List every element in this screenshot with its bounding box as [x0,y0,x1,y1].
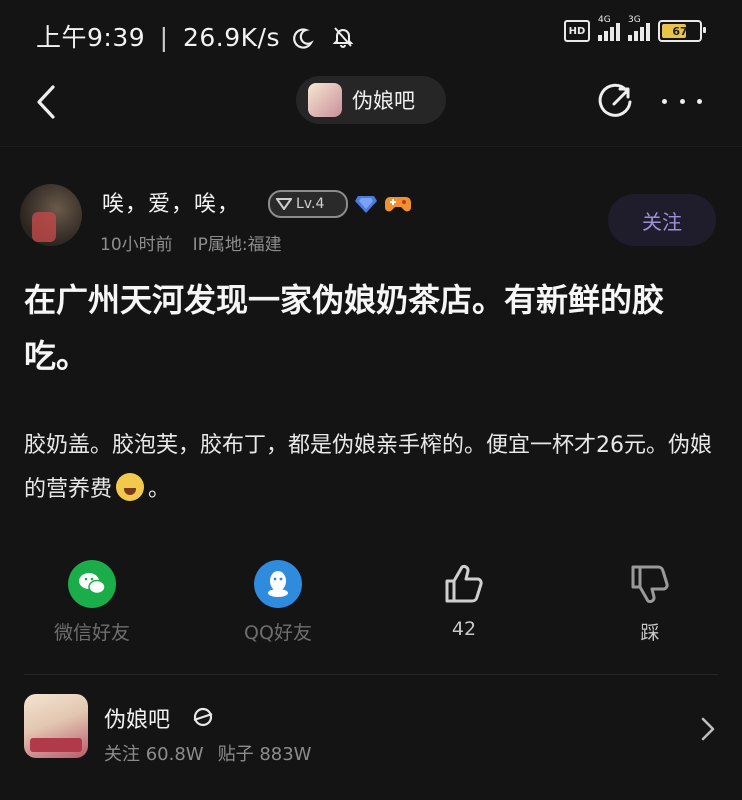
dislike-button[interactable]: 踩 [590,560,710,645]
post-body: 胶奶盖。胶泡芙，胶布丁，都是伪娘亲手榨的。便宜一杯才26元。伪娘的营养费。 [24,424,714,512]
more-dot-icon [697,98,702,104]
share-wechat-button[interactable]: 微信好友 [32,560,152,645]
network-speed: 26.9K/s [182,23,280,52]
battery-icon: 67 [658,20,706,42]
forum-divider [24,674,718,675]
forum-name: 伪娘吧 [104,708,171,733]
post-title: 在广州天河发现一家伪娘奶茶店。有新鲜的胶吃。 [24,281,665,375]
more-options-button[interactable] [662,86,702,116]
post-meta: 10小时前 IP属地:福建 [100,230,282,255]
post-body-end: 。 [148,477,171,502]
shocked-face-emoji-icon [116,473,145,501]
signal-4g-icon: 4G [598,15,620,41]
author-row: 唉，爱，唉， Lv.4 10小时前 IP属地:福建 关注 [20,182,720,262]
share-icon [598,83,632,117]
share-qq-button[interactable]: QQ好友 [218,560,338,645]
forum-avatar [24,694,88,758]
author-avatar[interactable] [20,184,82,246]
forum-posts: 贴子 883W [217,744,312,765]
status-time: 上午9:39 | 26.9K/s [36,18,355,54]
qq-icon [254,560,302,608]
back-arrow-icon [37,85,55,119]
battery-level: 67 [672,24,688,38]
status-separator: | [159,23,169,52]
forum-card[interactable]: 伪娘吧 关注 60.8W 贴子 883W [24,692,724,772]
hd-badge: HD [564,20,590,42]
planet-icon [193,707,213,727]
network-4g-label: 4G [598,15,611,25]
signal-3g-icon: 3G [628,15,650,41]
post-time: 10小时前 [100,235,173,255]
header-divider [0,146,742,147]
moon-icon [293,28,315,49]
share-button[interactable] [596,82,636,122]
wechat-icon [68,560,116,608]
wechat-label: 微信好友 [53,622,130,644]
like-count: 42 [451,618,477,640]
level-heart-icon [276,198,292,210]
ip-location: IP属地:福建 [192,235,282,255]
dislike-label: 踩 [640,622,660,644]
diamond-badge-icon [355,196,377,213]
nav-bar: 伪娘吧 [0,72,742,132]
author-name[interactable]: 唉，爱，唉， [102,186,240,218]
like-button[interactable]: 42 [404,560,524,640]
chevron-right-icon [701,717,715,741]
forum-chip-avatar [308,83,342,117]
follow-button[interactable]: 关注 [608,194,716,246]
clock-text: 上午9:39 [36,23,146,52]
status-right: HD 4G 3G 67 [564,15,706,42]
bell-muted-icon [332,27,354,48]
gamepad-badge-icon [385,197,411,212]
page: 上午9:39 | 26.9K/s HD 4G 3G 67 伪娘吧 唉，爱，唉， … [0,0,742,800]
forum-chip[interactable]: 伪娘吧 [296,76,446,124]
network-3g-label: 3G [628,15,641,25]
forum-followers: 关注 60.8W [104,744,204,765]
qq-label: QQ好友 [244,622,312,644]
forum-chip-name: 伪娘吧 [352,89,415,113]
thumbs-up-icon [440,560,488,608]
back-button[interactable] [28,82,64,122]
more-dot-icon [662,98,667,104]
forum-stats: 关注 60.8W 贴子 883W [104,740,312,766]
thumbs-down-icon [626,560,674,608]
action-bar: 微信好友 QQ好友 42 踩 [0,560,742,650]
level-badge: Lv.4 [268,190,348,218]
status-bar: 上午9:39 | 26.9K/s HD 4G 3G 67 [0,0,742,70]
more-dot-icon [679,98,685,104]
level-text: Lv.4 [296,196,325,212]
